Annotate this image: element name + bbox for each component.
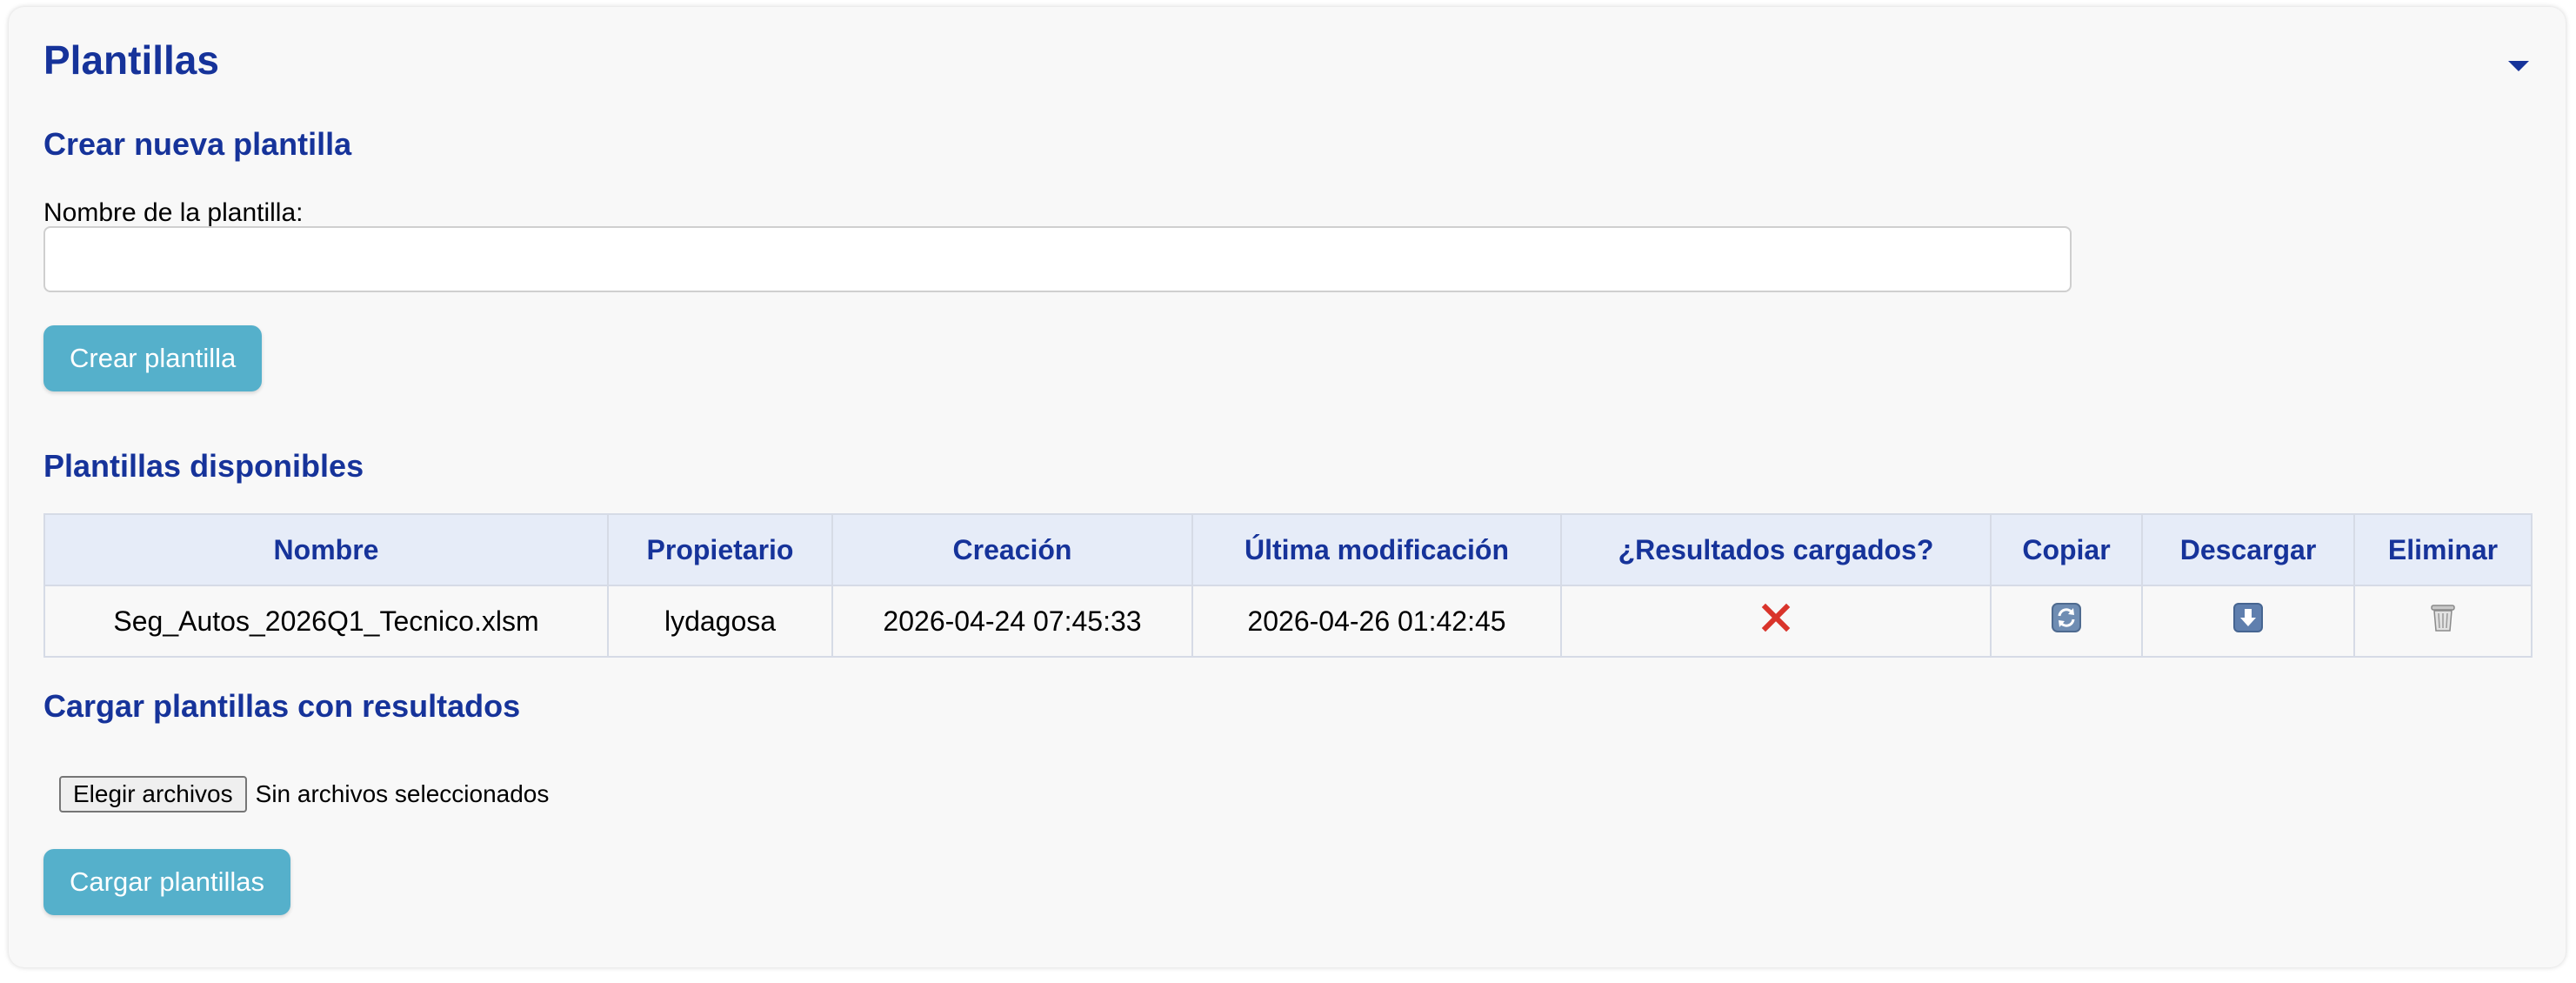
column-header-copiar: Copiar <box>1990 513 2143 586</box>
template-name-input[interactable] <box>43 226 2072 292</box>
choose-files-button[interactable]: Elegir archivos <box>59 776 247 812</box>
file-selection-status: Sin archivos seleccionados <box>255 780 550 807</box>
column-header-modificacion[interactable]: Última modificación <box>1191 513 1562 586</box>
panel-title: Plantillas <box>43 37 219 83</box>
red-x-icon <box>1761 603 1791 639</box>
upload-templates-heading: Cargar plantillas con resultados <box>43 688 521 724</box>
cell-eliminar <box>2353 585 2533 658</box>
cell-propietario: lydagosa <box>607 585 833 658</box>
column-header-nombre[interactable]: Nombre <box>43 513 609 586</box>
cell-nombre: Seg_Autos_2026Q1_Tecnico.xlsm <box>43 585 609 658</box>
file-picker: Elegir archivos Sin archivos seleccionad… <box>59 776 549 812</box>
column-header-eliminar: Eliminar <box>2353 513 2533 586</box>
upload-templates-button[interactable]: Cargar plantillas <box>43 849 290 915</box>
caret-down-icon[interactable] <box>2506 57 2531 75</box>
copy-refresh-icon[interactable] <box>2052 603 2081 639</box>
table-header-row: Nombre Propietario Creación Última modif… <box>43 513 2533 586</box>
cell-copiar <box>1990 585 2143 658</box>
available-templates-heading: Plantillas disponibles <box>43 448 364 484</box>
cell-descargar <box>2141 585 2355 658</box>
template-name-label: Nombre de la plantilla: <box>43 198 304 227</box>
create-template-button[interactable]: Crear plantilla <box>43 325 263 391</box>
templates-table: Nombre Propietario Creación Última modif… <box>43 513 2533 658</box>
templates-panel: Plantillas Crear nueva plantilla Nombre … <box>9 7 2566 967</box>
cell-creacion: 2026-04-24 07:45:33 <box>831 585 1193 658</box>
column-header-propietario[interactable]: Propietario <box>607 513 833 586</box>
column-header-descargar: Descargar <box>2141 513 2355 586</box>
create-template-heading: Crear nueva plantilla <box>43 126 352 162</box>
column-header-resultados[interactable]: ¿Resultados cargados? <box>1560 513 1992 586</box>
trash-icon[interactable] <box>2429 603 2457 639</box>
table-row: Seg_Autos_2026Q1_Tecnico.xlsm lydagosa 2… <box>43 585 2533 658</box>
download-arrow-icon[interactable] <box>2233 603 2263 639</box>
cell-modificacion: 2026-04-26 01:42:45 <box>1191 585 1562 658</box>
column-header-creacion[interactable]: Creación <box>831 513 1193 586</box>
cell-resultados <box>1560 585 1992 658</box>
